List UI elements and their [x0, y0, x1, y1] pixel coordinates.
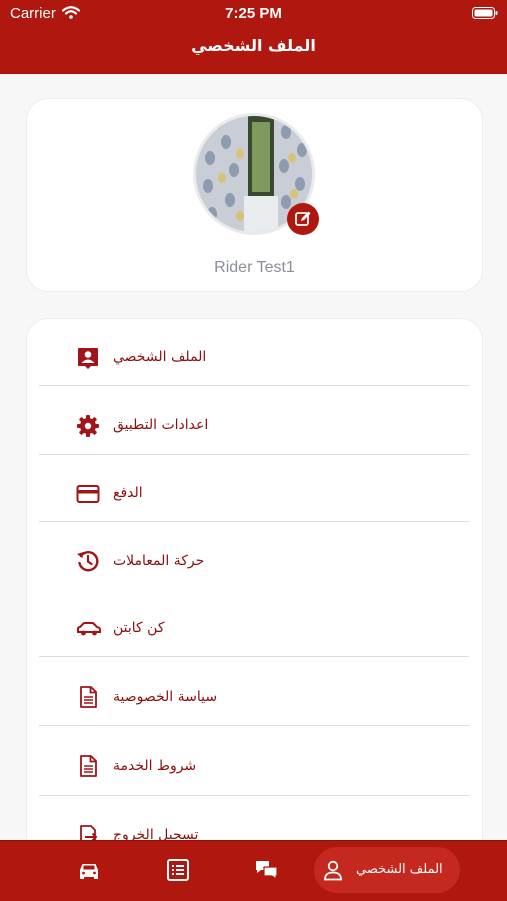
menu-item-terms-of-service[interactable]: شروط الخدمة [27, 726, 482, 795]
car-icon [77, 622, 101, 636]
app-header: Carrier 7:25 PM الملف الشخصي [0, 0, 507, 74]
user-card-icon [78, 348, 98, 369]
menu-label: شروط الخدمة [113, 758, 197, 774]
menu-item-app-settings[interactable]: اعدادات التطبيق [27, 386, 482, 454]
profile-card: Rider Test1 [26, 98, 483, 292]
menu-item-become-captain[interactable]: كن كابتن [27, 589, 482, 656]
edit-avatar-button[interactable] [287, 203, 319, 235]
battery-icon [472, 7, 498, 19]
edit-icon [295, 211, 311, 226]
menu-label: الدفع [113, 485, 143, 501]
menu-label: حركة المعاملات [113, 553, 205, 569]
status-bar: Carrier 7:25 PM [0, 0, 507, 30]
person-icon [324, 860, 342, 881]
history-icon [77, 551, 99, 572]
profile-name: Rider Test1 [214, 259, 295, 276]
avatar-container [193, 113, 319, 235]
status-time: 7:25 PM [225, 5, 282, 22]
car-icon [80, 864, 98, 879]
menu-label: اعدادات التطبيق [113, 417, 209, 433]
menu-label: كن كابتن [113, 620, 165, 636]
document-icon [80, 755, 97, 777]
menu-label: الملف الشخصي [113, 349, 207, 365]
tab-rides[interactable] [76, 857, 102, 883]
settings-menu: الملف الشخصي اعدادات التطبيق الدفع حركة … [26, 318, 483, 880]
bottom-tab-bar: الملف الشخصي [0, 840, 507, 901]
tab-chat[interactable] [254, 857, 280, 883]
menu-label: سياسة الخصوصية [113, 689, 218, 705]
tab-list[interactable] [165, 857, 191, 883]
tab-profile[interactable]: الملف الشخصي [314, 847, 460, 893]
list-icon [167, 859, 189, 881]
chat-icon [256, 861, 278, 881]
gear-icon [77, 415, 99, 437]
menu-item-payment[interactable]: الدفع [27, 455, 482, 521]
page-title: الملف الشخصي [191, 36, 316, 55]
tab-profile-label: الملف الشخصي [356, 862, 443, 877]
menu-item-profile[interactable]: الملف الشخصي [27, 319, 482, 385]
menu-item-transactions[interactable]: حركة المعاملات [27, 522, 482, 589]
credit-card-icon [76, 485, 100, 503]
document-icon [80, 686, 97, 708]
menu-item-privacy-policy[interactable]: سياسة الخصوصية [27, 657, 482, 725]
